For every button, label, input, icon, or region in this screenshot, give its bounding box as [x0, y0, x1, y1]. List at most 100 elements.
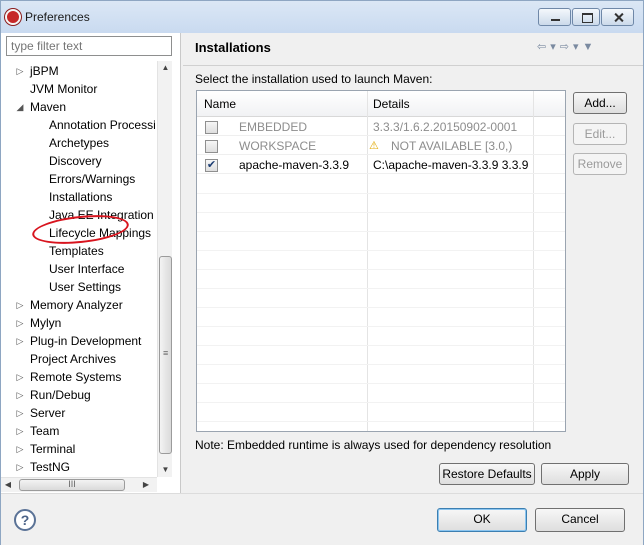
empty-grid-line: [197, 383, 565, 384]
tree-item[interactable]: Java EE Integration: [1, 206, 157, 224]
scroll-down-arrow-icon[interactable]: ▼: [158, 463, 173, 477]
installation-name: WORKSPACE: [239, 139, 317, 153]
tree-expand-icon[interactable]: ▷: [15, 62, 25, 80]
empty-grid-line: [197, 250, 565, 251]
empty-grid-line: [197, 269, 565, 270]
scroll-up-arrow-icon[interactable]: ▲: [158, 61, 173, 75]
tree-expand-icon[interactable]: ▷: [15, 404, 25, 422]
scroll-thumb[interactable]: ≡: [159, 256, 172, 454]
close-button[interactable]: [601, 8, 634, 26]
tree-expand-icon[interactable]: ▷: [15, 422, 25, 440]
tree-item[interactable]: ▷ TestNG: [1, 458, 157, 476]
tree-item-label: Java EE Integration: [49, 208, 154, 222]
tree-item-label: Installations: [49, 190, 113, 204]
tree-item[interactable]: Installations: [1, 188, 157, 206]
ok-button[interactable]: OK: [437, 508, 527, 532]
tree-item-label: JVM Monitor: [30, 82, 98, 96]
tree-item[interactable]: JVM Monitor: [1, 80, 157, 98]
tree-item[interactable]: ▷ Memory Analyzer: [1, 296, 157, 314]
forward-arrow-icon[interactable]: ⇨: [560, 40, 569, 53]
installation-details: 3.3.3/1.6.2.20150902-0001: [373, 120, 518, 134]
tree-expand-icon[interactable]: ▷: [15, 386, 25, 404]
filter-input[interactable]: [6, 36, 172, 56]
eclipse-icon: [5, 9, 21, 25]
window-title: Preferences: [25, 10, 90, 24]
tree-item[interactable]: Lifecycle Mappings: [1, 224, 157, 242]
tree-expand-icon[interactable]: ▷: [15, 458, 25, 476]
empty-grid-line: [197, 193, 565, 194]
tree-item-label: jBPM: [30, 64, 59, 78]
tree-item[interactable]: ▷ Plug-in Development: [1, 332, 157, 350]
column-header-details[interactable]: Details: [373, 97, 410, 111]
tree-expand-icon[interactable]: ▷: [15, 332, 25, 350]
table-header: Name Details: [197, 91, 565, 117]
installation-name: apache-maven-3.3.9: [239, 158, 350, 172]
tree-expand-icon[interactable]: ▷: [15, 296, 25, 314]
preferences-window: Preferences ▷ jBPM JVM Monitor ◢ Maven Annota…: [0, 0, 644, 545]
row-checkbox[interactable]: [205, 121, 218, 134]
tree-item[interactable]: ◢ Maven: [1, 98, 157, 116]
back-menu-icon[interactable]: ▾: [550, 40, 556, 53]
warning-icon: ⚠: [369, 140, 379, 152]
minimize-button[interactable]: [538, 8, 571, 26]
empty-grid-line: [197, 212, 565, 213]
tree-item[interactable]: Errors/Warnings: [1, 170, 157, 188]
tree-item[interactable]: Archetypes: [1, 134, 157, 152]
tree-item-label: Templates: [49, 244, 104, 258]
tree-item[interactable]: ▷ jBPM: [1, 62, 157, 80]
table-row[interactable]: ✔ apache-maven-3.3.9 C:\apache-maven-3.3.9…: [197, 156, 565, 174]
scroll-left-arrow-icon[interactable]: ◀: [1, 478, 15, 492]
add-button[interactable]: Add...: [573, 92, 627, 114]
tree-item-label: Project Archives: [30, 352, 117, 366]
tree-expand-icon[interactable]: ▷: [15, 314, 25, 332]
tree-item[interactable]: User Settings: [1, 278, 157, 296]
tree-item[interactable]: ▷ Terminal: [1, 440, 157, 458]
edit-button[interactable]: Edit...: [573, 123, 627, 145]
tree-expand-icon[interactable]: ▷: [15, 368, 25, 386]
tree-vertical-scrollbar[interactable]: ▲ ≡ ▼: [157, 61, 172, 477]
horizontal-scroll-thumb[interactable]: III: [19, 479, 125, 491]
tree-item-label: Plug-in Development: [30, 334, 142, 348]
empty-grid-line: [197, 364, 565, 365]
apply-button[interactable]: Apply: [541, 463, 629, 485]
remove-button[interactable]: Remove: [573, 153, 627, 175]
tree-collapse-icon[interactable]: ◢: [15, 98, 25, 116]
tree-expand-icon[interactable]: ▷: [15, 440, 25, 458]
tree-item-label: Server: [30, 406, 66, 420]
tree-item-label: Annotation Processi: [49, 118, 156, 132]
tree-item[interactable]: ▷ Mylyn: [1, 314, 157, 332]
tree-item-label: Maven: [30, 100, 67, 114]
tree-item[interactable]: User Interface: [1, 260, 157, 278]
preference-tree: ▷ jBPM JVM Monitor ◢ Maven Annotation Process…: [1, 59, 157, 479]
row-checkbox[interactable]: [205, 140, 218, 153]
column-header-name[interactable]: Name: [204, 97, 236, 111]
tree-item[interactable]: ▷ Server: [1, 404, 157, 422]
installation-name: EMBEDDED: [239, 120, 308, 134]
tree-item[interactable]: ▷ Remote Systems: [1, 368, 157, 386]
dialog-button-bar: ? OK Cancel: [1, 493, 643, 545]
maximize-button[interactable]: [572, 8, 600, 26]
tree-item[interactable]: Discovery: [1, 152, 157, 170]
tree-horizontal-scrollbar[interactable]: ◀ III ▶: [1, 477, 157, 492]
empty-grid-line: [197, 307, 565, 308]
table-row[interactable]: WORKSPACE ⚠ NOT AVAILABLE [3.0,): [197, 137, 565, 155]
installation-details: C:\apache-maven-3.3.9 3.3.9: [373, 158, 529, 172]
help-icon[interactable]: ?: [14, 509, 36, 531]
tree-item[interactable]: Annotation Processi: [1, 116, 157, 134]
preference-tree-panel: ▷ jBPM JVM Monitor ◢ Maven Annotation Process…: [1, 33, 181, 493]
tree-item[interactable]: ▷ Team: [1, 422, 157, 440]
row-checkbox[interactable]: ✔: [205, 159, 218, 172]
forward-menu-icon[interactable]: ▾: [573, 40, 579, 53]
view-menu-icon[interactable]: ▼: [583, 41, 594, 53]
table-row[interactable]: EMBEDDED 3.3.3/1.6.2.20150902-0001: [197, 118, 565, 136]
back-arrow-icon[interactable]: ⇦: [537, 40, 546, 53]
restore-defaults-button[interactable]: Restore Defaults: [439, 463, 535, 485]
tree-item-label: Run/Debug: [30, 388, 91, 402]
scroll-right-arrow-icon[interactable]: ▶: [139, 478, 153, 492]
tree-item[interactable]: ▷ Run/Debug: [1, 386, 157, 404]
tree-item[interactable]: Templates: [1, 242, 157, 260]
title-bar[interactable]: Preferences: [1, 1, 643, 33]
tree-item[interactable]: Project Archives: [1, 350, 157, 368]
tree-item-label: TestNG: [30, 460, 71, 474]
cancel-button[interactable]: Cancel: [535, 508, 625, 532]
